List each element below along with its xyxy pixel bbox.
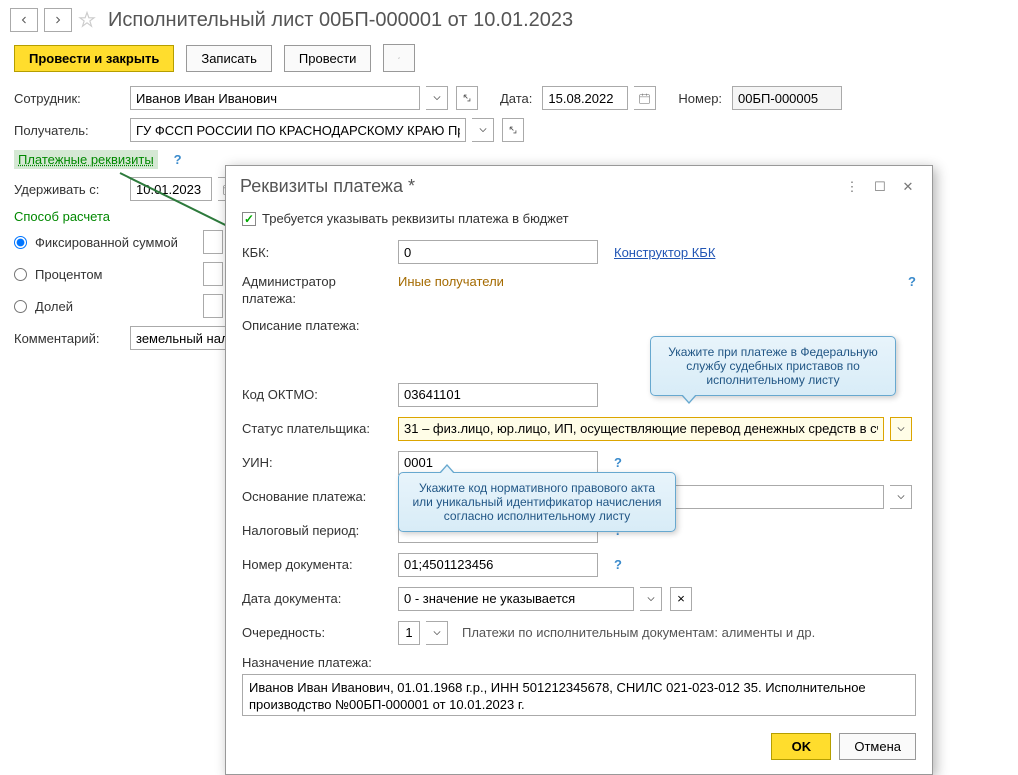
recipient-open[interactable] <box>502 118 524 142</box>
modal-title: Реквизиты платежа * <box>240 176 834 197</box>
chevron-down-icon <box>897 425 905 433</box>
status-input[interactable] <box>398 417 884 441</box>
fixed-amount-input[interactable] <box>203 230 223 254</box>
attachment-button[interactable] <box>383 44 415 72</box>
purpose-textarea[interactable] <box>242 674 916 716</box>
chevron-down-icon <box>897 493 905 501</box>
doc-date-label: Дата документа: <box>242 591 392 606</box>
admin-help-icon[interactable]: ? <box>908 274 916 289</box>
titlebar: Исполнительный лист 00БП-000001 от 10.01… <box>0 0 1018 40</box>
share-input[interactable] <box>203 294 223 318</box>
priority-label: Очередность: <box>242 625 392 640</box>
radio-fixed[interactable] <box>14 236 27 249</box>
kbk-constructor-link[interactable]: Конструктор КБК <box>614 245 715 260</box>
status-label: Статус плательщика: <box>242 421 392 436</box>
doc-date-clear[interactable]: × <box>670 587 692 611</box>
recipient-label: Получатель: <box>14 123 124 138</box>
doc-number-input[interactable] <box>398 553 598 577</box>
execute-close-button[interactable]: Провести и закрыть <box>14 45 174 72</box>
admin-label: Администратор платежа: <box>242 274 392 308</box>
payment-details-link[interactable]: Платежные реквизиты <box>14 150 158 169</box>
open-icon <box>508 125 518 135</box>
budget-checkbox-label: Требуется указывать реквизиты платежа в … <box>262 211 569 226</box>
chevron-down-icon <box>433 94 441 102</box>
payment-details-modal: Реквизиты платежа * ⋮ ☐ ✕ Требуется указ… <box>225 165 933 775</box>
radio-percent[interactable] <box>14 268 27 281</box>
more-icon[interactable]: ⋮ <box>842 177 862 197</box>
hold-from-label: Удерживать с: <box>14 182 124 197</box>
recipient-input[interactable] <box>130 118 466 142</box>
tax-period-label: Налоговый период: <box>242 523 392 538</box>
kbk-input[interactable] <box>398 240 598 264</box>
uin-label: УИН: <box>242 455 392 470</box>
desc-label: Описание платежа: <box>242 318 392 333</box>
chevron-down-icon <box>479 126 487 134</box>
save-button[interactable]: Записать <box>186 45 272 72</box>
chevron-down-icon <box>433 629 441 637</box>
date-calendar[interactable] <box>634 86 656 110</box>
oktmo-input[interactable] <box>398 383 598 407</box>
doc-date-input[interactable] <box>398 587 634 611</box>
radio-share-label: Долей <box>35 299 185 314</box>
radio-percent-label: Процентом <box>35 267 185 282</box>
help-icon[interactable]: ? <box>174 152 182 167</box>
kbk-label: КБК: <box>242 245 392 260</box>
doc-number-label: Номер документа: <box>242 557 392 572</box>
purpose-label: Назначение платежа: <box>242 655 916 670</box>
forward-button[interactable] <box>44 8 72 32</box>
uin-tooltip: Укажите код нормативного правового акта … <box>398 472 676 532</box>
uin-help-icon[interactable]: ? <box>614 455 622 470</box>
priority-dropdown[interactable] <box>426 621 448 645</box>
hold-from-input[interactable] <box>130 177 212 201</box>
ok-button[interactable]: OK <box>771 733 831 760</box>
doc-number-help-icon[interactable]: ? <box>614 557 622 572</box>
back-button[interactable] <box>10 8 38 32</box>
execute-button[interactable]: Провести <box>284 45 372 72</box>
toolbar: Провести и закрыть Записать Провести <box>0 40 1018 84</box>
open-icon <box>462 93 472 103</box>
cancel-button[interactable]: Отмена <box>839 733 916 760</box>
priority-hint: Платежи по исполнительным документам: ал… <box>462 625 815 640</box>
employee-dropdown[interactable] <box>426 86 448 110</box>
employee-label: Сотрудник: <box>14 91 124 106</box>
date-input[interactable] <box>542 86 628 110</box>
radio-share[interactable] <box>14 300 27 313</box>
date-label: Дата: <box>500 91 532 106</box>
radio-fixed-label: Фиксированной суммой <box>35 235 185 250</box>
employee-open[interactable] <box>456 86 478 110</box>
status-dropdown[interactable] <box>890 417 912 441</box>
calendar-icon <box>638 92 651 105</box>
basis-label: Основание платежа: <box>242 489 392 504</box>
priority-input[interactable] <box>398 621 420 645</box>
percent-input[interactable] <box>203 262 223 286</box>
number-label: Номер: <box>678 91 722 106</box>
paperclip-icon <box>398 51 400 65</box>
chevron-down-icon <box>647 595 655 603</box>
doc-date-dropdown[interactable] <box>640 587 662 611</box>
recipient-dropdown[interactable] <box>472 118 494 142</box>
number-input <box>732 86 842 110</box>
budget-checkbox[interactable] <box>242 212 256 226</box>
close-icon[interactable]: ✕ <box>898 177 918 197</box>
basis-dropdown[interactable] <box>890 485 912 509</box>
page-title: Исполнительный лист 00БП-000001 от 10.01… <box>108 9 573 32</box>
status-tooltip: Укажите при платеже в Федеральную службу… <box>650 336 896 396</box>
employee-input[interactable] <box>130 86 420 110</box>
admin-value: Иные получатели <box>398 274 504 289</box>
star-icon[interactable] <box>78 11 96 29</box>
maximize-icon[interactable]: ☐ <box>870 177 890 197</box>
oktmo-label: Код ОКТМО: <box>242 387 392 402</box>
comment-label: Комментарий: <box>14 331 124 346</box>
